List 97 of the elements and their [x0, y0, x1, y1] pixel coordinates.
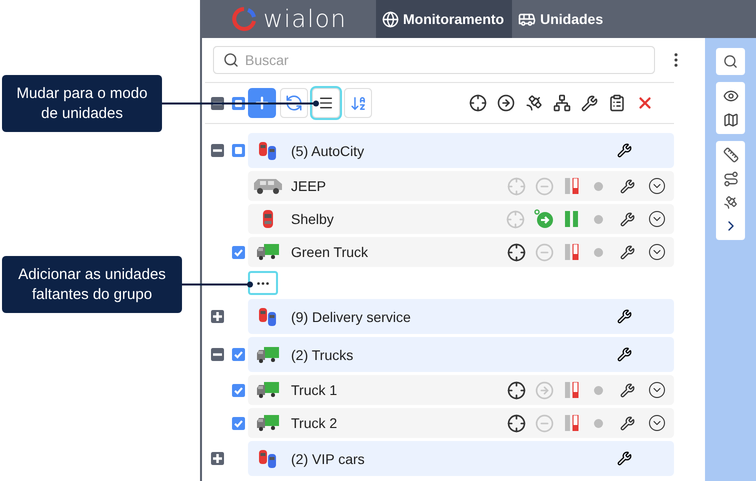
status-dot-icon: [594, 214, 603, 224]
add-button[interactable]: [248, 88, 276, 118]
route-icon[interactable]: [722, 171, 738, 187]
truck-icon: [256, 381, 280, 399]
dropdown-icon[interactable]: [648, 177, 666, 195]
unit-name: Truck 1: [291, 382, 338, 398]
leader-line: [182, 281, 253, 288]
wrench-icon[interactable]: [617, 143, 632, 158]
signal-bars-icon: [565, 244, 579, 260]
locate-icon[interactable]: [507, 414, 526, 432]
expand-icon[interactable]: [210, 452, 224, 465]
dropdown-icon[interactable]: [648, 414, 666, 432]
dropdown-icon[interactable]: [648, 243, 666, 261]
wrench-icon[interactable]: [620, 382, 635, 398]
checkbox[interactable]: [232, 416, 245, 430]
clipboard-icon[interactable]: [608, 94, 626, 112]
minus-circle-icon: [535, 414, 554, 432]
cars-icon: [257, 306, 279, 328]
group-name: (5) AutoCity: [291, 142, 366, 158]
satellite-icon[interactable]: [525, 94, 543, 112]
wrench-icon[interactable]: [617, 347, 632, 362]
unit-row[interactable]: Green Truck: [248, 237, 674, 267]
globe-icon: [382, 10, 399, 28]
status-dot-icon: [594, 182, 603, 190]
locate-icon[interactable]: [507, 380, 526, 400]
minus-circle-icon: [535, 242, 554, 262]
arrow-circle-icon: [535, 380, 554, 400]
unit-name: JEEP: [291, 178, 328, 194]
search-icon[interactable]: [723, 54, 738, 69]
search-field[interactable]: Buscar: [213, 46, 655, 74]
network-icon[interactable]: [553, 94, 571, 112]
wrench-icon[interactable]: [617, 309, 632, 324]
unit-name: Shelby: [291, 211, 335, 227]
signal-bars-icon: [565, 211, 579, 227]
group-row[interactable]: (9) Delivery service: [248, 299, 674, 334]
wrench-icon[interactable]: [620, 416, 635, 430]
nav-tab[interactable]: Monitoramento: [376, 0, 512, 38]
status-dot-icon: [594, 418, 603, 428]
status-dot-icon: [594, 386, 603, 394]
truck-icon: [256, 243, 280, 261]
group-row[interactable]: (5) AutoCity: [248, 133, 674, 168]
callout: Mudar para o modo de unidades: [2, 75, 162, 132]
unit-name: Green Truck: [291, 244, 370, 260]
signal-bars-icon: [565, 178, 579, 194]
minus-circle-icon: [535, 176, 554, 196]
expand-icon[interactable]: [210, 310, 224, 323]
unit-row[interactable]: Truck 1: [248, 375, 674, 405]
signal-bars-icon: [565, 382, 579, 398]
jeep-icon: [252, 177, 284, 195]
wrench-icon[interactable]: [617, 451, 632, 466]
collapse-icon[interactable]: [210, 348, 224, 361]
wrench-icon[interactable]: [581, 94, 598, 112]
eye-icon[interactable]: [722, 88, 738, 104]
group-name: (2) VIP cars: [291, 450, 366, 466]
logo-text: wialon: [263, 5, 347, 33]
truck-icon: [256, 346, 280, 364]
dropdown-icon[interactable]: [648, 381, 666, 399]
truck-icon: [256, 414, 280, 432]
car-icon: [261, 209, 275, 229]
cars-icon: [257, 140, 279, 162]
ruler-icon[interactable]: [722, 147, 738, 163]
signal-bars-icon: [565, 415, 579, 431]
locate-icon[interactable]: [507, 242, 526, 262]
plus-icon: [253, 94, 271, 112]
refresh-button[interactable]: [280, 88, 308, 118]
more-units-button[interactable]: [248, 271, 278, 295]
group-row[interactable]: (2) Trucks: [248, 337, 674, 372]
ellipsis-icon: [257, 282, 269, 284]
satellite-icon[interactable]: [723, 195, 738, 210]
menu-icon: [318, 95, 334, 111]
map-icon[interactable]: [722, 112, 738, 128]
list-button[interactable]: [312, 88, 340, 118]
checkbox[interactable]: [232, 246, 245, 258]
unit-row[interactable]: Truck 2: [248, 408, 674, 438]
nav-tab[interactable]: Unidades: [512, 0, 612, 38]
unit-name: Truck 2: [291, 415, 338, 431]
collapse-icon[interactable]: [210, 144, 224, 157]
cars-icon: [257, 448, 279, 470]
sort-icon: [350, 94, 366, 112]
checkbox[interactable]: [232, 348, 245, 361]
group-row[interactable]: (2) VIP cars: [248, 441, 674, 476]
arrow-circle-icon[interactable]: [497, 94, 515, 112]
wrench-icon[interactable]: [620, 212, 635, 226]
group-name: (2) Trucks: [291, 346, 354, 362]
group-name: (9) Delivery service: [291, 308, 412, 324]
refresh-icon: [285, 94, 303, 112]
unit-row[interactable]: JEEP: [248, 171, 674, 201]
callout: Adicionar as unidades faltantes do grupo: [2, 256, 182, 313]
checkbox[interactable]: [232, 144, 245, 157]
locate-icon[interactable]: [469, 94, 487, 112]
wrench-icon[interactable]: [620, 178, 635, 194]
dropdown-icon[interactable]: [648, 210, 666, 228]
unit-row[interactable]: Shelby: [248, 204, 674, 234]
wrench-icon[interactable]: [620, 244, 635, 260]
status-dot-icon: [594, 248, 603, 256]
logo-icon: [231, 6, 258, 32]
checkbox[interactable]: [232, 384, 245, 396]
